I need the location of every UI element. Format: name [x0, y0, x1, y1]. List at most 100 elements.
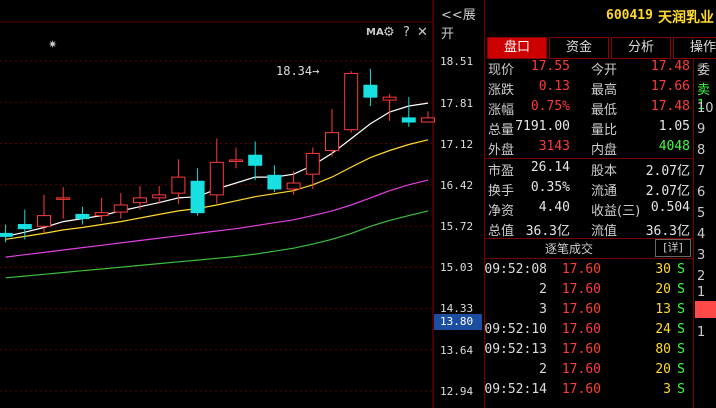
fund-label: 总值	[488, 224, 515, 239]
trade-volume: 13	[655, 302, 671, 317]
current-price-marker: 13.80	[434, 314, 482, 330]
orderbook-label: 6	[697, 185, 706, 200]
orderbook-label: 委	[697, 63, 711, 78]
trade-time: 2	[539, 282, 547, 297]
orderbook-label: 1	[697, 325, 706, 340]
quote-row: 总量 7191.00 量比 1.05	[485, 119, 690, 139]
tab-analysis[interactable]: 分析	[611, 37, 671, 59]
quote-label: 外盘	[488, 143, 515, 158]
trades-title: 逐笔成交	[545, 242, 594, 256]
quote-row: 现价 17.55 今开 17.48	[485, 59, 690, 79]
quote-label: 总量	[488, 123, 515, 138]
stock-code: 600419	[606, 8, 653, 23]
quote-label: 今开	[591, 63, 618, 78]
trade-row: 09:52:08 17.60 30 S	[484, 262, 693, 282]
divider	[485, 158, 693, 159]
quote-value: 17.55	[530, 59, 570, 74]
fund-value: 4.40	[538, 200, 570, 215]
tab-funds[interactable]: 资金	[549, 37, 609, 59]
trade-price: 17.60	[561, 302, 601, 317]
candle-body	[305, 152, 320, 175]
trade-time: 3	[539, 302, 547, 317]
fund-value: 36.3亿	[525, 224, 570, 239]
quote-label: 涨跌	[488, 83, 515, 98]
price-tick: 12.94	[440, 385, 474, 398]
quote-value: 17.66	[650, 79, 690, 94]
trade-row: 3 17.60 13 S	[485, 302, 693, 322]
trade-time: 09:52:10	[484, 322, 547, 337]
candle-body	[171, 176, 186, 194]
candle-body	[286, 182, 301, 190]
orderbook-label: 3	[697, 248, 706, 263]
quote-row: 外盘 3143 内盘 4048	[485, 139, 690, 159]
fund-label: 市盈	[488, 164, 515, 179]
gear-icon[interactable]: ⚙	[383, 25, 395, 40]
stock-header: 600419 天润乳业	[485, 0, 716, 32]
price-tick: 16.42	[440, 179, 474, 192]
trade-volume: 3	[663, 382, 671, 397]
price-tick: 13.64	[440, 344, 474, 357]
orderbook-label: 5	[697, 206, 706, 221]
trade-side: S	[677, 322, 685, 337]
orderbook-label: 10	[697, 101, 714, 116]
fund-value: 2.07亿	[645, 184, 690, 199]
trade-price: 17.60	[561, 342, 601, 357]
fund-label: 流通	[591, 184, 618, 199]
orderbook-label: 4	[697, 227, 706, 242]
trade-time: 09:52:13	[484, 342, 547, 357]
trade-price: 17.60	[561, 262, 601, 277]
quote-label: 最低	[591, 103, 618, 118]
trade-price: 17.60	[561, 322, 601, 337]
candle-body	[248, 154, 263, 166]
candle-body	[229, 159, 243, 162]
kline-chart[interactable]	[0, 0, 484, 408]
kline-chart-panel[interactable]: ✷ <<展开 MA ⚙ ? ✕ 18.34→ 18.51 17.81 17.12…	[0, 0, 484, 408]
trade-time: 09:52:08	[484, 262, 547, 277]
trade-volume: 80	[655, 342, 671, 357]
quote-value: 17.48	[650, 99, 690, 114]
stock-name: 天润乳业	[658, 10, 714, 26]
trade-side: S	[677, 302, 685, 317]
tab-operate[interactable]: 操作	[673, 37, 716, 59]
candle-body	[152, 194, 167, 199]
orderbook-label: 9	[697, 122, 706, 137]
high-price-annotation: 18.34→	[276, 64, 320, 78]
fund-label: 换手	[488, 184, 515, 199]
fund-row: 市盈 26.14 股本 2.07亿	[485, 160, 690, 180]
fund-label: 流值	[591, 224, 618, 239]
close-icon[interactable]: ✕	[417, 25, 428, 40]
trade-price: 17.60	[561, 362, 601, 377]
candle-body	[113, 204, 128, 213]
candle-body	[421, 117, 435, 123]
orderbook-highlight	[695, 301, 716, 318]
candle-body	[363, 84, 378, 98]
fund-value: 0.35%	[530, 180, 570, 195]
trade-time: 2	[539, 362, 547, 377]
trades-detail-button[interactable]: [详]	[655, 239, 691, 257]
trade-row: 09:52:14 17.60 3 S	[484, 382, 693, 402]
candle-body	[94, 212, 109, 217]
trade-side: S	[677, 282, 685, 297]
trade-price: 17.60	[561, 282, 601, 297]
trade-volume: 20	[655, 282, 671, 297]
trade-side: S	[677, 262, 685, 277]
price-tick: 17.12	[440, 138, 474, 151]
quote-value: 17.48	[650, 59, 690, 74]
trade-row: 09:52:13 17.60 80 S	[484, 342, 693, 362]
candle-body	[344, 72, 359, 131]
orderbook-label: 8	[697, 143, 706, 158]
candle-body	[75, 213, 90, 220]
expand-button[interactable]: <<展开	[441, 4, 484, 42]
price-tick: 18.51	[440, 55, 474, 68]
tab-handicap[interactable]: 盘口	[487, 37, 547, 59]
candle-body	[401, 117, 416, 123]
help-icon[interactable]: ?	[403, 25, 410, 40]
fund-value: 0.504	[650, 200, 690, 215]
candle-body	[325, 132, 339, 151]
fund-label: 收益(三)	[591, 204, 641, 219]
ma-indicator-label[interactable]: MA	[366, 27, 384, 38]
quote-value: 7191.00	[515, 119, 570, 134]
quote-label: 内盘	[591, 143, 618, 158]
trade-row: 2 17.60 20 S	[485, 362, 693, 382]
quote-value: 1.05	[658, 119, 690, 134]
